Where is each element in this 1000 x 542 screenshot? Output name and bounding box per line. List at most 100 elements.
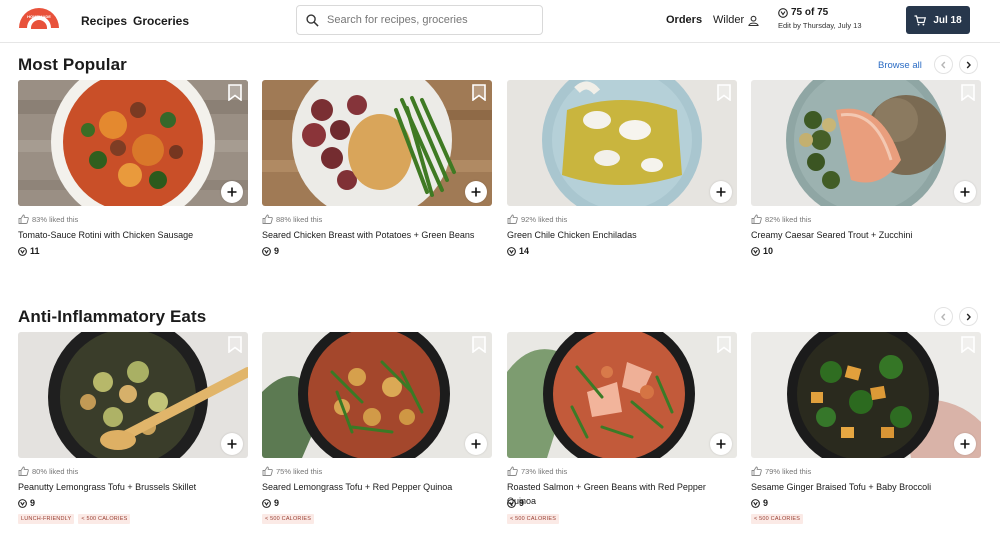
enchiladas-dish-image [507,80,737,206]
bookmark-icon[interactable] [472,336,486,353]
top-header: HOMEMADE Recipes Groceries Orders Wilder… [0,0,1000,43]
bookmark-icon[interactable] [717,84,731,101]
recipe-name[interactable]: Tomato-Sauce Rotini with Chicken Sausage [18,228,248,242]
liked-percent: 92% liked this [521,214,568,224]
recipe-points: 11 [18,244,248,258]
recipe-card[interactable]: 88% liked this Seared Chicken Breast wit… [262,80,492,258]
bookmark-icon[interactable] [961,336,975,353]
recipe-card[interactable]: 73% liked this Roasted Salmon + Green Be… [507,332,737,524]
add-to-cart-button[interactable] [954,433,976,455]
recipe-name[interactable]: Seared Chicken Breast with Potatoes + Gr… [262,228,492,242]
brussels-skillet-dish-image [18,332,248,458]
account-menu[interactable]: Wilder [713,14,759,26]
thumbs-up-icon [751,214,762,224]
orders-link[interactable]: Orders [666,14,702,26]
next-arrow-button[interactable] [959,55,978,74]
points-icon [751,498,760,508]
bookmark-icon[interactable] [717,336,731,353]
recipe-points: 9 [18,496,248,510]
chicken-potatoes-dish-image [262,80,492,206]
chevron-left-icon [941,313,946,320]
trout-zucchini-dish-image [751,80,981,206]
liked-percent: 75% liked this [276,466,323,476]
points-icon [507,246,516,256]
recipe-name[interactable]: Green Chile Chicken Enchiladas [507,228,737,242]
recipe-image[interactable] [262,80,492,206]
recipe-name[interactable]: Seared Lemongrass Tofu + Red Pepper Quin… [262,480,492,494]
rating: 79% liked this [751,464,981,478]
tag-calories: < 500 Calories [751,514,804,524]
tag-calories: < 500 Calories [507,514,560,524]
recipe-image[interactable] [751,80,981,206]
liked-percent: 79% liked this [765,466,812,476]
recipe-name[interactable]: Creamy Caesar Seared Trout + Zucchini [751,228,981,242]
plus-icon [960,187,970,197]
recipe-points: 9 [507,496,737,510]
rotini-dish-image [18,80,248,206]
tag-list: < 500 Calories [507,514,737,524]
recipe-points: 14 [507,244,737,258]
points-icon [778,7,788,18]
nav-groceries[interactable]: Groceries [133,14,189,28]
bookmark-icon[interactable] [228,336,242,353]
add-to-cart-button[interactable] [221,181,243,203]
recipe-image[interactable] [507,80,737,206]
points-icon [262,498,271,508]
add-to-cart-button[interactable] [221,433,243,455]
browse-all-link[interactable]: Browse all [878,60,922,71]
prev-arrow-button[interactable] [934,307,953,326]
bookmark-icon[interactable] [961,84,975,101]
rating: 80% liked this [18,464,248,478]
points-value: 11 [30,246,40,256]
prev-arrow-button[interactable] [934,55,953,74]
recipe-card[interactable]: 80% liked this Peanutty Lemongrass Tofu … [18,332,248,524]
recipe-image[interactable] [507,332,737,458]
recipe-name[interactable]: Sesame Ginger Braised Tofu + Baby Brocco… [751,480,981,494]
recipe-name[interactable]: Peanutty Lemongrass Tofu + Brussels Skil… [18,480,248,494]
points-icon [751,246,760,256]
recipe-image[interactable] [18,332,248,458]
recipe-card[interactable]: 83% liked this Tomato-Sauce Rotini with … [18,80,248,258]
recipe-image[interactable] [751,332,981,458]
recipe-card[interactable]: 79% liked this Sesame Ginger Braised Tof… [751,332,981,524]
liked-percent: 73% liked this [521,466,568,476]
tag-list: < 500 Calories [751,514,981,524]
plus-icon [227,187,237,197]
plus-icon [716,439,726,449]
add-to-cart-button[interactable] [710,181,732,203]
cart-button[interactable]: Jul 18 [906,6,970,34]
cart-date: Jul 18 [933,14,962,26]
tag-calories: < 500 Calories [262,514,315,524]
edit-deadline: Edit by Thursday, July 13 [778,21,862,30]
thumbs-up-icon [18,466,29,476]
section-title-most-popular: Most Popular [18,55,127,74]
recipe-card[interactable]: 82% liked this Creamy Caesar Seared Trou… [751,80,981,258]
nav-recipes[interactable]: Recipes [81,14,127,28]
recipe-image[interactable] [18,80,248,206]
thumbs-up-icon [18,214,29,224]
next-arrow-button[interactable] [959,307,978,326]
bookmark-icon[interactable] [228,84,242,101]
thumbs-up-icon [507,214,518,224]
bookmark-icon[interactable] [472,84,486,101]
search-bar[interactable] [296,5,543,35]
recipe-name[interactable]: Roasted Salmon + Green Beans with Red Pe… [507,480,737,506]
recipe-card[interactable]: 75% liked this Seared Lemongrass Tofu + … [262,332,492,524]
add-to-cart-button[interactable] [954,181,976,203]
add-to-cart-button[interactable] [465,433,487,455]
recipe-card[interactable]: 92% liked this Green Chile Chicken Enchi… [507,80,737,258]
rating: 92% liked this [507,212,737,226]
recipe-image[interactable] [262,332,492,458]
tag-calories: < 500 Calories [78,514,131,524]
tofu-quinoa-dish-image [262,332,492,458]
points-icon [262,246,271,256]
search-input[interactable] [327,14,527,26]
points-status[interactable]: 75 of 75 Edit by Thursday, July 13 [778,7,862,30]
add-to-cart-button[interactable] [465,181,487,203]
liked-percent: 83% liked this [32,214,79,224]
homemade-logo[interactable]: HOMEMADE [17,7,61,29]
points-value: 9 [274,498,280,508]
user-name: Wilder [713,14,745,26]
add-to-cart-button[interactable] [710,433,732,455]
tag-list: Lunch-Friendly < 500 Calories [18,514,248,524]
